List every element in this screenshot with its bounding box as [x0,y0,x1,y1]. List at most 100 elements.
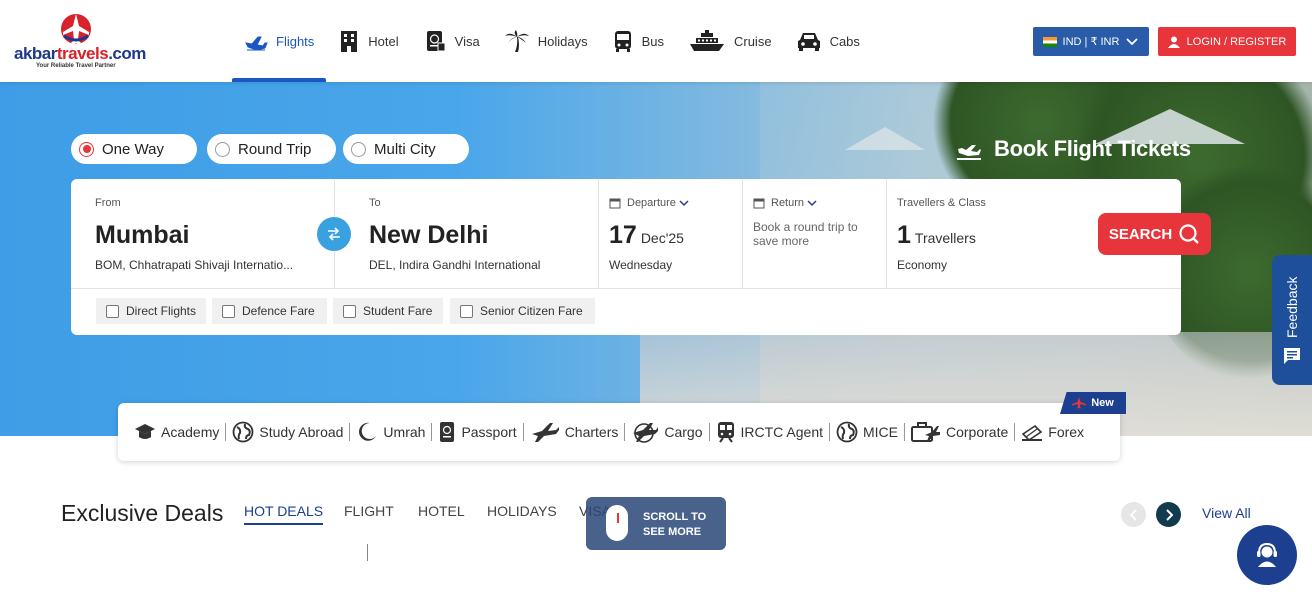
ship-icon [689,30,724,51]
hero-title: Book Flight Tickets [956,136,1191,162]
tab-flight[interactable]: FLIGHT [344,503,394,519]
tab-hotel[interactable]: HOTEL [418,503,465,519]
new-badge: New [1060,392,1126,414]
calendar-icon [753,198,765,209]
service-passport[interactable]: Passport [438,421,517,443]
service-academy[interactable]: Academy [134,422,219,442]
brand-logo[interactable]: akbartravels.com Your Reliable Travel Pa… [14,10,146,70]
return-label: Return [753,197,823,209]
support-chat-button[interactable] [1237,525,1297,585]
brand-name: akbartravels.com [14,44,146,63]
nav-cabs[interactable]: Cabs [784,0,872,82]
nav-cruise[interactable]: Cruise [676,0,784,82]
palm-tree-icon [504,30,529,52]
departure-weekday: Wednesday [609,258,673,272]
chat-bubble-icon [1284,348,1300,364]
fare-senior-citizen[interactable]: Senior Citizen Fare [450,298,595,324]
beach-umbrella-decor [845,127,925,150]
to-label: To [369,197,381,209]
radio-round-trip[interactable] [215,141,230,157]
globe-icon [232,421,254,443]
plane-takeoff-icon [957,145,981,160]
deals-title: Exclusive Deals [61,500,224,526]
radio-one-way[interactable] [79,141,94,157]
nav-visa[interactable]: Visa [411,0,492,82]
site-header: akbartravels.com Your Reliable Travel Pa… [0,0,1312,82]
services-bar: Academy Study Abroad Umrah Passport Char… [118,403,1120,461]
from-city: Mumbai [95,221,190,249]
bus-icon [614,31,631,52]
logo-plane-icon [61,14,91,45]
from-label: From [95,197,121,209]
service-cargo[interactable]: Cargo [631,421,703,443]
nav-bus[interactable]: Bus [600,0,676,82]
service-irctc-agent[interactable]: IRCTC Agent [716,421,823,443]
fare-student[interactable]: Student Fare [333,298,443,324]
service-study-abroad[interactable]: Study Abroad [232,421,343,443]
passport-icon [440,422,455,442]
return-hint: Book a round trip to save more [753,220,858,248]
return-field[interactable]: Return Book a round trip to save more [743,179,887,289]
trip-type-one-way[interactable]: One Way [71,134,197,164]
departure-label: Departure [609,197,695,209]
login-register-button[interactable]: LOGIN / REGISTER [1158,27,1296,56]
nav-holidays[interactable]: Holidays [492,0,600,82]
chevron-down-icon [1126,37,1139,45]
search-button[interactable]: SEARCH [1098,213,1211,255]
to-field[interactable]: To New Delhi DEL, Indira Gandhi Internat… [335,179,599,289]
service-umrah[interactable]: Umrah [356,421,425,443]
nav-flights[interactable]: Flights [232,0,327,82]
checkbox-direct-flights[interactable] [106,304,119,318]
checkbox-defence-fare[interactable] [222,304,235,318]
calendar-icon [609,198,621,209]
deals-prev-button[interactable] [1121,502,1146,527]
tab-holidays[interactable]: HOLIDAYS [487,503,557,519]
checkbox-senior-citizen-fare[interactable] [460,304,473,318]
radio-multi-city[interactable] [351,141,366,157]
travellers-label: Travellers & Class [897,197,986,209]
from-airport: BOM, Chhatrapati Shivaji Internatio... [95,258,294,272]
service-forex[interactable]: Forex [1021,422,1084,442]
deals-next-button[interactable] [1156,502,1181,527]
chevron-down-icon [679,200,689,207]
departure-field[interactable]: Departure 17 Dec'25 Wednesday [599,179,743,289]
to-city: New Delhi [369,221,489,249]
headset-agent-icon [1257,542,1277,567]
graduation-cap-icon [135,424,155,439]
view-all-link[interactable]: View All [1202,505,1251,521]
brand-tagline: Your Reliable Travel Partner [36,63,116,69]
nav-hotel[interactable]: Hotel [326,0,410,82]
user-icon [1167,36,1180,48]
car-icon [797,33,820,51]
train-icon [717,422,734,443]
service-corporate[interactable]: Corporate [911,421,1008,443]
fare-direct-flights[interactable]: Direct Flights [96,298,206,324]
currency-icon [1022,424,1043,442]
travel-class: Economy [897,258,948,272]
mouse-icon [606,505,628,541]
chevron-down-icon [807,200,817,207]
checkbox-student-fare[interactable] [343,304,356,318]
service-charters[interactable]: Charters [530,421,618,443]
trip-type-round-trip[interactable]: Round Trip [207,134,336,164]
search-icon [1179,224,1200,244]
content-divider [367,544,368,561]
trip-type-multi-city[interactable]: Multi City [343,134,469,164]
from-field[interactable]: From Mumbai BOM, Chhatrapati Shivaji Int… [71,179,335,289]
chevron-right-icon [1165,508,1173,521]
feedback-tab[interactable]: Feedback [1272,255,1312,385]
globe-icon [836,421,858,443]
scroll-hint: SCROLL TO SEE MORE [586,497,726,550]
briefcase-plane-icon [911,422,940,442]
tab-hot-deals[interactable]: HOT DEALS [244,503,324,525]
fare-defence[interactable]: Defence Fare [212,298,327,324]
service-mice[interactable]: MICE [836,421,898,443]
main-nav: Flights Hotel Visa Holidays Bus Cruise C… [232,0,872,82]
feedback-label: Feedback [1284,276,1300,338]
currency-selector[interactable]: IND | ₹ INR [1033,27,1149,56]
plane-logo-icon [1072,397,1087,409]
india-flag-icon [1042,36,1057,47]
hotel-icon [341,31,358,52]
crescent-moon-icon [359,422,377,441]
to-airport: DEL, Indira Gandhi International [369,258,541,272]
